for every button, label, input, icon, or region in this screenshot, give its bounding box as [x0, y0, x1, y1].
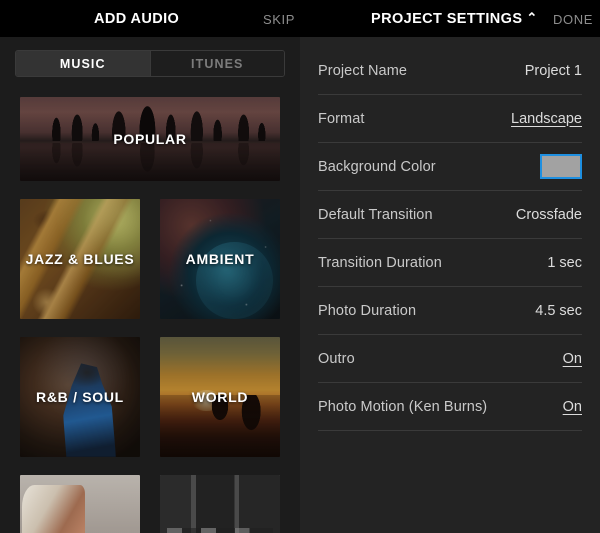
setting-label: Transition Duration: [318, 254, 442, 271]
category-label: AMBIENT: [185, 251, 255, 267]
partial-left-artwork: [20, 475, 140, 533]
setting-value-default-transition[interactable]: Crossfade: [516, 207, 582, 223]
setting-label: Format: [318, 110, 365, 127]
setting-value-photo-motion[interactable]: On: [563, 399, 582, 415]
setting-value-outro[interactable]: On: [563, 351, 582, 367]
category-label: POPULAR: [113, 131, 187, 147]
top-bar: ADD AUDIO SKIP PROJECT SETTINGS ⌃ DONE: [0, 0, 600, 37]
setting-row-default-transition[interactable]: Default Transition Crossfade: [318, 191, 582, 239]
category-row-4-partial: [20, 475, 280, 533]
done-button[interactable]: DONE: [553, 12, 593, 27]
setting-label: Photo Duration: [318, 302, 417, 319]
category-row-2: JAZZ & BLUES AMBIENT: [20, 199, 280, 319]
add-audio-title: ADD AUDIO: [94, 11, 180, 27]
project-settings-panel: Project Name Project 1 Format Landscape …: [300, 37, 600, 533]
audio-browser-panel: MUSIC ITUNES POPULAR JAZZ & BLUES AMBIEN…: [0, 37, 300, 533]
category-tile-world[interactable]: WORLD: [160, 337, 280, 457]
category-label: WORLD: [191, 389, 249, 405]
tab-music[interactable]: MUSIC: [16, 51, 150, 76]
setting-row-background-color[interactable]: Background Color: [318, 143, 582, 191]
setting-value-format[interactable]: Landscape: [511, 111, 582, 127]
setting-label: Photo Motion (Ken Burns): [318, 398, 488, 415]
category-tile-partial-right[interactable]: [160, 475, 280, 533]
category-row-1: POPULAR: [20, 97, 280, 181]
category-tile-ambient[interactable]: AMBIENT: [160, 199, 280, 319]
category-tile-rnb-soul[interactable]: R&B / SOUL: [20, 337, 140, 457]
category-tile-partial-left[interactable]: [20, 475, 140, 533]
skip-button[interactable]: SKIP: [263, 12, 295, 27]
chevron-up-icon: ⌃: [526, 10, 538, 25]
source-segmented-control[interactable]: MUSIC ITUNES: [15, 50, 285, 77]
category-label: JAZZ & BLUES: [25, 251, 135, 267]
setting-label: Project Name: [318, 62, 408, 79]
setting-row-format[interactable]: Format Landscape: [318, 95, 582, 143]
project-settings-header[interactable]: PROJECT SETTINGS ⌃: [371, 10, 538, 27]
setting-row-transition-duration[interactable]: Transition Duration 1 sec: [318, 239, 582, 287]
setting-value-transition-duration[interactable]: 1 sec: [547, 255, 582, 271]
project-settings-label: PROJECT SETTINGS: [371, 11, 523, 27]
setting-row-photo-duration[interactable]: Photo Duration 4.5 sec: [318, 287, 582, 335]
category-tile-jazz-blues[interactable]: JAZZ & BLUES: [20, 199, 140, 319]
setting-row-outro[interactable]: Outro On: [318, 335, 582, 383]
category-label: R&B / SOUL: [36, 389, 124, 405]
partial-right-artwork: [160, 475, 280, 533]
setting-row-project-name[interactable]: Project Name Project 1: [318, 47, 582, 95]
app-root: ADD AUDIO SKIP PROJECT SETTINGS ⌃ DONE MU…: [0, 0, 600, 533]
category-row-3: R&B / SOUL WORLD: [20, 337, 280, 457]
setting-value-photo-duration[interactable]: 4.5 sec: [535, 303, 582, 319]
setting-label: Background Color: [318, 158, 436, 175]
category-tile-popular[interactable]: POPULAR: [20, 97, 280, 181]
category-grid: POPULAR JAZZ & BLUES AMBIENT R&B / SOUL …: [20, 97, 280, 533]
tab-itunes[interactable]: ITUNES: [149, 51, 284, 76]
background-color-swatch[interactable]: [540, 154, 582, 179]
setting-label: Outro: [318, 350, 355, 367]
setting-label: Default Transition: [318, 206, 433, 223]
setting-value-project-name[interactable]: Project 1: [525, 63, 582, 79]
setting-row-photo-motion[interactable]: Photo Motion (Ken Burns) On: [318, 383, 582, 431]
